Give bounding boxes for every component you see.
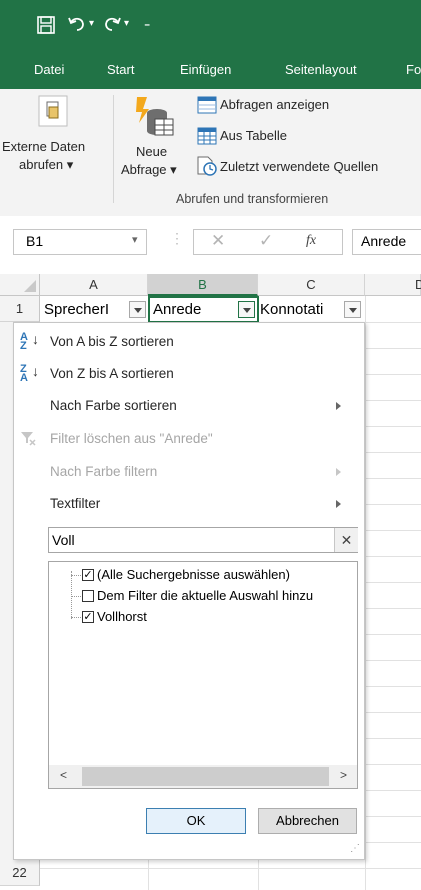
sort-za-icon: Z A ↓	[20, 363, 39, 384]
neue-abfrage-label-2[interactable]: Abfrage ▾	[121, 162, 177, 178]
tab-seitenlayout[interactable]: Seitenlayout	[285, 62, 357, 77]
name-box-dropdown-icon[interactable]: ▾	[132, 233, 138, 246]
formula-input-value: Anrede	[361, 233, 407, 249]
tree-line	[71, 571, 72, 619]
tab-datei[interactable]: Datei	[34, 62, 64, 77]
menu-item-sort-az[interactable]: Von A bis Z sortieren	[50, 334, 174, 349]
submenu-arrow-icon	[336, 500, 341, 508]
fx-icon[interactable]: fx	[306, 233, 316, 249]
ok-button[interactable]: OK	[146, 808, 246, 834]
cell-a1[interactable]: SprecherI	[44, 297, 128, 322]
cell-c1[interactable]: Konnotati	[260, 297, 342, 322]
tree-line	[71, 575, 81, 576]
name-box-value: B1	[26, 233, 44, 249]
abfragen-anzeigen-label[interactable]: Abfragen anzeigen	[220, 97, 329, 112]
ribbon: Externe Daten abrufen ▾ Neue Abfrage ▾ A…	[0, 89, 421, 217]
aus-tabelle-label[interactable]: Aus Tabelle	[220, 128, 287, 143]
scroll-left-icon[interactable]: <	[60, 768, 67, 782]
tab-formeln[interactable]: Fo	[406, 62, 421, 77]
tab-einfuegen[interactable]: Einfügen	[180, 62, 231, 77]
scroll-right-icon[interactable]: >	[340, 768, 347, 782]
menu-item-sort-za[interactable]: Von Z bis A sortieren	[50, 366, 174, 381]
cancel-button[interactable]: Abbrechen	[258, 808, 357, 834]
formula-bar-grip-icon[interactable]: ⋮	[170, 230, 184, 247]
menu-item-text-filter[interactable]: Textfilter	[50, 496, 100, 511]
enter-icon[interactable]: ✓	[259, 231, 273, 251]
undo-dropdown-icon[interactable]: ▾	[89, 18, 94, 29]
tree-line	[71, 617, 81, 618]
title-bar: ▾ ▾ ₌	[0, 0, 421, 54]
filter-dropdown-b1[interactable]	[238, 301, 255, 318]
filter-item-select-all[interactable]: (Alle Suchergebnisse auswählen)	[97, 567, 290, 582]
externe-daten-label-2[interactable]: abrufen ▾	[19, 157, 73, 173]
select-all-corner[interactable]	[0, 274, 40, 296]
recent-sources-icon[interactable]	[196, 156, 218, 176]
filter-search-input[interactable]	[48, 527, 358, 553]
tree-line	[71, 596, 81, 597]
filter-dropdown-c1[interactable]	[344, 301, 361, 318]
grid-line	[365, 296, 366, 890]
submenu-arrow-icon	[336, 468, 341, 476]
cancel-icon[interactable]: ✕	[211, 231, 225, 251]
scrollbar-thumb[interactable]	[82, 767, 329, 786]
menu-item-filter-by-color[interactable]: Nach Farbe filtern	[50, 464, 157, 479]
row-header-1[interactable]: 1	[0, 296, 40, 322]
row-header-22[interactable]: 22	[0, 860, 40, 886]
clear-filter-icon	[21, 432, 36, 446]
externe-daten-label[interactable]: Externe Daten	[2, 139, 85, 154]
ribbon-group-label: Abrufen und transformieren	[176, 192, 329, 206]
filter-item-vollhorst[interactable]: Vollhorst	[97, 609, 147, 624]
column-header-a[interactable]: A	[40, 274, 148, 296]
redo-icon[interactable]	[103, 15, 121, 33]
from-table-icon[interactable]	[197, 127, 217, 145]
new-query-icon[interactable]	[133, 95, 175, 139]
menu-item-sort-by-color[interactable]: Nach Farbe sortieren	[50, 398, 177, 413]
ribbon-tabs: Datei Start Einfügen Seitenlayout Fo	[0, 54, 421, 89]
customize-qat-icon[interactable]: ₌	[144, 16, 150, 30]
resize-grip-icon[interactable]: ⋰	[350, 843, 360, 854]
ribbon-separator	[113, 95, 114, 203]
checkbox-select-all[interactable]: ✓	[82, 569, 94, 581]
column-header-b[interactable]: B	[148, 274, 258, 296]
zuletzt-quellen-label[interactable]: Zuletzt verwendete Quellen	[220, 159, 378, 174]
filter-item-add-to-filter[interactable]: Dem Filter die aktuelle Auswahl hinzu	[97, 588, 313, 603]
sort-az-icon: A Z ↓	[20, 331, 39, 352]
redo-dropdown-icon[interactable]: ▾	[124, 18, 129, 29]
save-icon[interactable]	[37, 16, 55, 34]
tab-start[interactable]: Start	[107, 62, 134, 77]
checkbox-add-to-filter[interactable]	[82, 590, 94, 602]
clear-search-icon[interactable]: ✕	[334, 528, 358, 552]
grid-line	[40, 868, 421, 869]
column-header-c[interactable]: C	[258, 274, 365, 296]
neue-abfrage-label[interactable]: Neue	[136, 144, 167, 159]
column-header-d[interactable]: D	[365, 274, 421, 296]
external-data-icon[interactable]	[38, 95, 68, 127]
checkbox-vollhorst[interactable]: ✓	[82, 611, 94, 623]
submenu-arrow-icon	[336, 402, 341, 410]
cell-b1[interactable]: Anrede	[153, 297, 233, 322]
show-queries-icon[interactable]	[197, 96, 217, 114]
filter-search-value: Voll	[52, 532, 75, 548]
menu-item-clear-filter[interactable]: Filter löschen aus "Anrede"	[50, 431, 213, 446]
filter-dropdown-a1[interactable]	[129, 301, 146, 318]
undo-icon[interactable]	[68, 15, 86, 33]
